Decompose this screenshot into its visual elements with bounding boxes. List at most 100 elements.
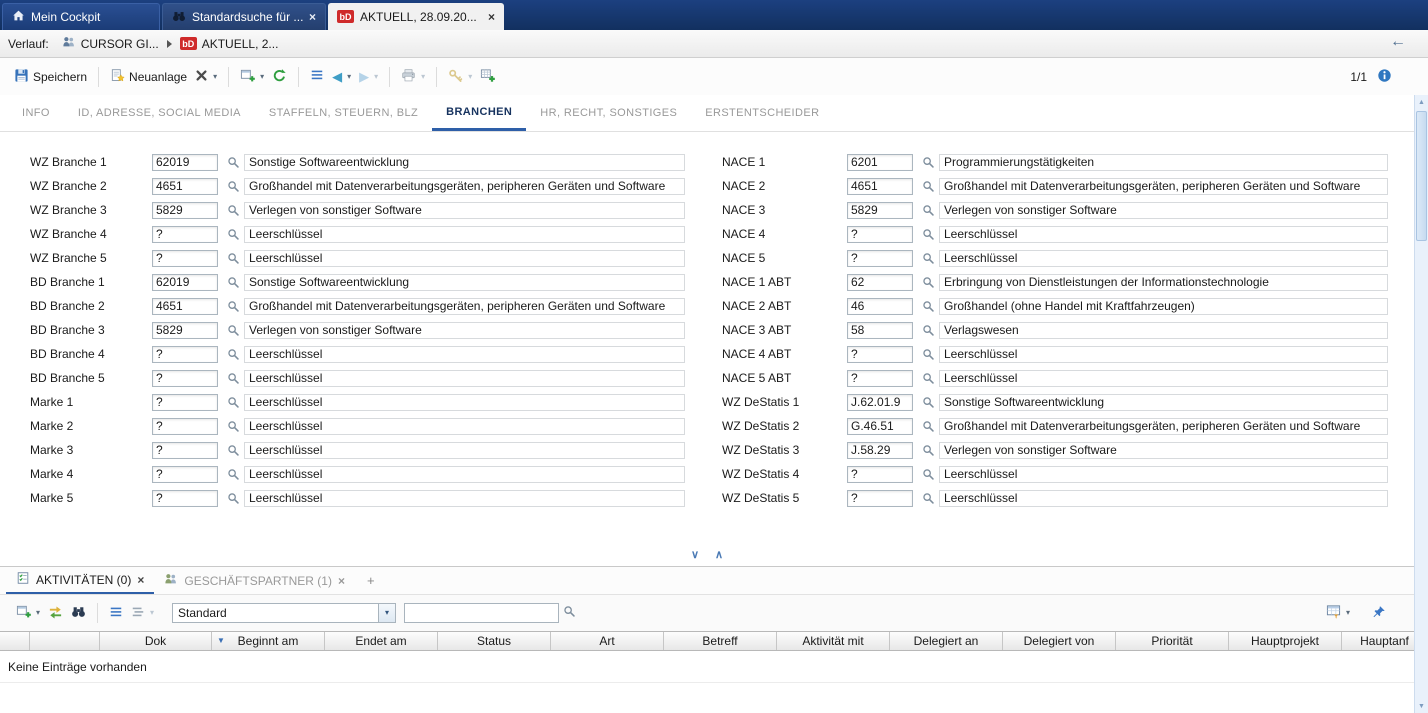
- branch-code-input[interactable]: [152, 322, 218, 339]
- branch-code-input[interactable]: [847, 490, 913, 507]
- lookup-magnifier-icon[interactable]: [224, 276, 242, 289]
- search-records-button[interactable]: [67, 601, 90, 625]
- info-icon[interactable]: [1377, 68, 1392, 86]
- dropdown-caret-icon[interactable]: ▾: [347, 73, 351, 81]
- lookup-magnifier-icon[interactable]: [224, 372, 242, 385]
- table-header-cell[interactable]: ▼ Delegiert an: [890, 632, 1003, 650]
- branch-code-input[interactable]: [152, 442, 218, 459]
- window-tab-standardsuche[interactable]: Standardsuche für ... ×: [162, 3, 326, 30]
- navigate-forward-button[interactable]: ▶ ▾: [355, 67, 382, 86]
- lookup-magnifier-icon[interactable]: [919, 420, 937, 433]
- branch-code-input[interactable]: [847, 322, 913, 339]
- close-icon[interactable]: ×: [309, 11, 316, 23]
- print-button[interactable]: ▾: [397, 65, 429, 89]
- branch-code-input[interactable]: [847, 154, 913, 171]
- delete-button[interactable]: ▾: [191, 66, 221, 88]
- form-tab[interactable]: BRANCHEN: [432, 95, 526, 131]
- table-header-cell[interactable]: ▼ Betreff: [664, 632, 777, 650]
- form-tab[interactable]: INFO: [8, 95, 64, 131]
- branch-code-input[interactable]: [847, 442, 913, 459]
- lookup-magnifier-icon[interactable]: [919, 396, 937, 409]
- scrollbar-up-arrow[interactable]: ▲: [1415, 95, 1428, 109]
- history-back-arrow[interactable]: ←: [1390, 33, 1406, 51]
- dropdown-caret-icon[interactable]: ▾: [468, 73, 472, 81]
- lookup-magnifier-icon[interactable]: [224, 324, 242, 337]
- branch-code-input[interactable]: [152, 226, 218, 243]
- history-item-cursor[interactable]: CURSOR GI...: [57, 33, 164, 54]
- branch-code-input[interactable]: [847, 202, 913, 219]
- lookup-magnifier-icon[interactable]: [224, 420, 242, 433]
- form-tab[interactable]: ERSTENTSCHEIDER: [691, 95, 833, 131]
- dropdown-caret-icon[interactable]: ▾: [1346, 609, 1350, 617]
- lookup-magnifier-icon[interactable]: [919, 276, 937, 289]
- history-item-aktuell[interactable]: bD AKTUELL, 2...: [175, 35, 284, 53]
- table-header-cell[interactable]: ▼: [30, 632, 100, 650]
- lookup-magnifier-icon[interactable]: [919, 468, 937, 481]
- branch-code-input[interactable]: [152, 178, 218, 195]
- lookup-magnifier-icon[interactable]: [224, 180, 242, 193]
- branch-code-input[interactable]: [152, 346, 218, 363]
- lookup-magnifier-icon[interactable]: [919, 372, 937, 385]
- permissions-button[interactable]: ▾: [444, 65, 476, 89]
- dropdown-caret-icon[interactable]: ▾: [36, 609, 40, 617]
- table-header-cell[interactable]: ▼ Dok: [100, 632, 212, 650]
- add-to-dataset-button[interactable]: [476, 65, 499, 89]
- branch-code-input[interactable]: [152, 370, 218, 387]
- close-icon[interactable]: ×: [338, 575, 345, 587]
- quick-search-input[interactable]: [404, 603, 559, 623]
- branch-code-input[interactable]: [152, 154, 218, 171]
- lookup-magnifier-icon[interactable]: [919, 204, 937, 217]
- table-filter-button[interactable]: ▾: [1322, 601, 1354, 625]
- collapse-up-icon[interactable]: ∧: [715, 549, 723, 562]
- tab-aktivitaeten[interactable]: AKTIVITÄTEN (0) ×: [6, 567, 154, 594]
- lookup-magnifier-icon[interactable]: [919, 300, 937, 313]
- add-tab-button[interactable]: +: [355, 567, 387, 594]
- lookup-magnifier-icon[interactable]: [224, 252, 242, 265]
- table-header-cell[interactable]: ▼ Beginnt am: [212, 632, 325, 650]
- add-activity-button[interactable]: ▾: [12, 601, 44, 625]
- form-tab[interactable]: ID, ADRESSE, SOCIAL MEDIA: [64, 95, 255, 131]
- branch-code-input[interactable]: [847, 394, 913, 411]
- lookup-magnifier-icon[interactable]: [919, 156, 937, 169]
- table-header-cell[interactable]: ▼ Delegiert von: [1003, 632, 1116, 650]
- save-button[interactable]: Speichern: [10, 65, 91, 89]
- branch-code-input[interactable]: [847, 298, 913, 315]
- select-dropdown-button[interactable]: ▾: [378, 604, 395, 622]
- new-record-button[interactable]: Neuanlage: [106, 65, 191, 89]
- lookup-magnifier-icon[interactable]: [224, 396, 242, 409]
- branch-code-input[interactable]: [152, 490, 218, 507]
- navigate-back-button[interactable]: ◀ ▾: [328, 67, 355, 86]
- branch-code-input[interactable]: [152, 250, 218, 267]
- lookup-magnifier-icon[interactable]: [224, 444, 242, 457]
- dropdown-caret-icon[interactable]: ▾: [421, 73, 425, 81]
- lookup-magnifier-icon[interactable]: [224, 300, 242, 313]
- collapse-down-icon[interactable]: ∨: [691, 549, 699, 562]
- search-button[interactable]: [559, 602, 580, 624]
- branch-code-input[interactable]: [847, 274, 913, 291]
- branch-code-input[interactable]: [847, 418, 913, 435]
- lookup-magnifier-icon[interactable]: [224, 348, 242, 361]
- branch-code-input[interactable]: [847, 178, 913, 195]
- table-header-cell[interactable]: ▼ Status: [438, 632, 551, 650]
- branch-code-input[interactable]: [847, 466, 913, 483]
- list-view-button[interactable]: [306, 65, 328, 88]
- lookup-magnifier-icon[interactable]: [224, 228, 242, 241]
- window-tab-aktuell[interactable]: bD AKTUELL, 28.09.20... ×: [328, 3, 504, 30]
- table-header-cell[interactable]: ▼ Hauptprojekt: [1229, 632, 1342, 650]
- window-tab-cockpit[interactable]: Mein Cockpit: [2, 3, 160, 30]
- table-header-cell[interactable]: ▼ Art: [551, 632, 664, 650]
- dropdown-caret-icon[interactable]: ▾: [150, 609, 154, 617]
- lookup-magnifier-icon[interactable]: [224, 156, 242, 169]
- lookup-magnifier-icon[interactable]: [919, 252, 937, 265]
- refresh-button[interactable]: [268, 65, 291, 89]
- branch-code-input[interactable]: [152, 274, 218, 291]
- table-header-cell[interactable]: ▼ Endet am: [325, 632, 438, 650]
- pin-panel-button[interactable]: [1368, 602, 1390, 625]
- tab-geschaeftspartner[interactable]: GESCHÄFTSPARTNER (1) ×: [154, 567, 355, 594]
- lookup-magnifier-icon[interactable]: [919, 444, 937, 457]
- branch-code-input[interactable]: [152, 202, 218, 219]
- lookup-magnifier-icon[interactable]: [919, 324, 937, 337]
- lookup-magnifier-icon[interactable]: [224, 204, 242, 217]
- lookup-magnifier-icon[interactable]: [919, 228, 937, 241]
- table-header-cell[interactable]: ▼ Aktivität mit: [777, 632, 890, 650]
